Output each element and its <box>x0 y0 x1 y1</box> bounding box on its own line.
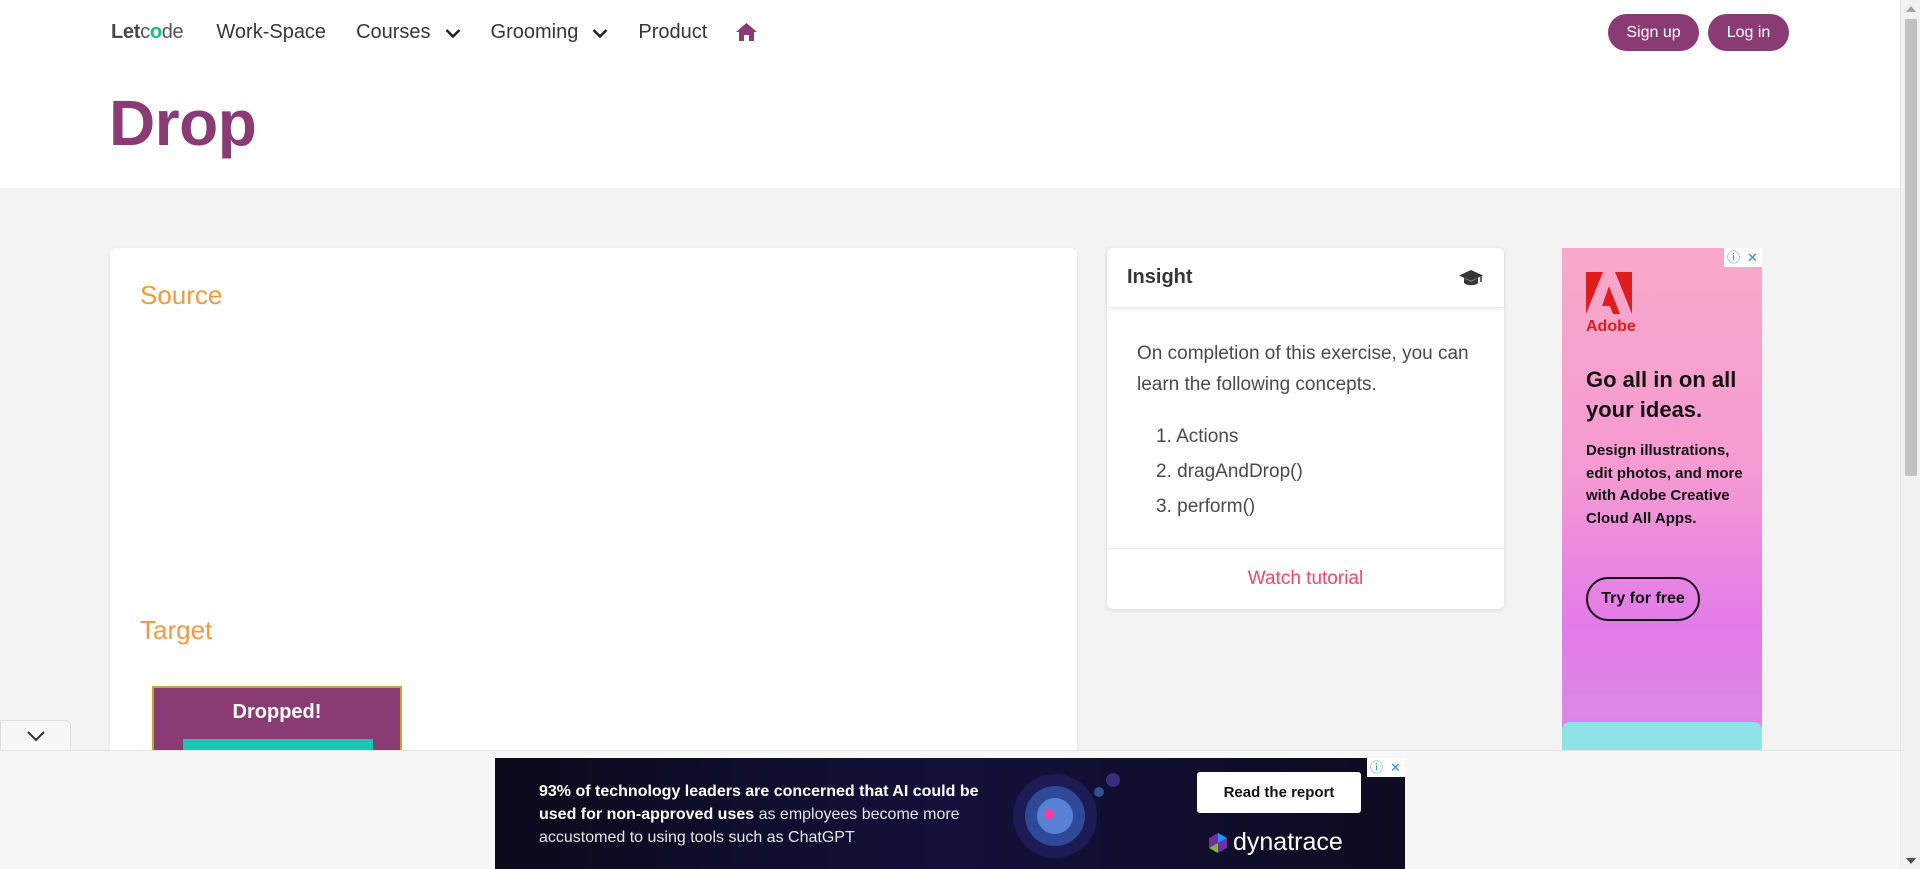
ad-info-icon[interactable]: ⓘ <box>1724 248 1743 267</box>
scrollbar-thumb[interactable] <box>1905 19 1917 476</box>
dynatrace-logo-icon <box>1209 832 1227 853</box>
insight-description: On completion of this exercise, you can … <box>1137 343 1469 395</box>
ad-close-icon[interactable]: ✕ <box>1386 758 1405 777</box>
nav-courses-label: Courses <box>356 20 431 43</box>
side-advertisement[interactable]: ⓘ ✕ Adobe Go all in on all your ideas. D… <box>1562 248 1762 750</box>
insight-header: Insight <box>1107 248 1504 308</box>
ad-body-text: Design illustrations, edit photos, and m… <box>1586 442 1743 527</box>
target-title: Target <box>140 615 213 645</box>
nav-product[interactable]: Product <box>638 21 707 44</box>
insight-title: Insight <box>1127 266 1193 288</box>
login-button[interactable]: Log in <box>1708 14 1789 51</box>
insight-card: Insight On completion of this exercise, … <box>1107 248 1504 609</box>
source-title: Source <box>140 280 223 310</box>
nav-work-space[interactable]: Work-Space <box>216 21 326 44</box>
collapse-ad-button[interactable] <box>0 720 71 751</box>
ad-brand-name: dynatrace <box>1233 828 1343 856</box>
nav-courses-dropdown[interactable]: Courses <box>356 21 460 44</box>
ad-graphic-orb-icon <box>1013 773 1120 858</box>
nav-product-label: Product <box>638 20 708 43</box>
ad-close-icon[interactable]: ✕ <box>1743 248 1762 267</box>
ad-bottom-text: 93% of technology leaders are concerned … <box>539 780 979 849</box>
concept-item: 2. dragAndDrop() <box>1156 461 1303 482</box>
ad-brand: Adobe <box>1586 318 1636 335</box>
ad-controls: ⓘ ✕ <box>1367 758 1405 777</box>
page-title: Drop <box>109 87 257 159</box>
signup-button[interactable]: Sign up <box>1608 14 1699 51</box>
scroll-down-arrow-icon[interactable] <box>1901 852 1920 869</box>
auth-buttons: Sign up Log in <box>1608 14 1789 51</box>
chevron-down-icon <box>445 29 460 39</box>
ad-brand-logo: dynatrace <box>1207 828 1343 857</box>
scroll-up-arrow-icon[interactable] <box>1901 0 1920 17</box>
ad-read-report-button[interactable]: Read the report <box>1197 772 1361 813</box>
ad-preview-strip <box>1562 722 1762 750</box>
concept-item: 1. Actions <box>1156 426 1239 447</box>
nav-work-space-label: Work-Space <box>216 20 327 43</box>
page-scrollbar[interactable] <box>1900 0 1920 869</box>
concept-list: 1. Actions 2. dragAndDrop() 3. perform() <box>1137 419 1474 524</box>
chevron-down-icon <box>592 29 608 39</box>
ad-controls: ⓘ ✕ <box>1724 248 1762 267</box>
nav-grooming-dropdown[interactable]: Grooming <box>491 21 609 44</box>
ad-info-icon[interactable]: ⓘ <box>1367 758 1386 777</box>
header: Letcode Work-Space Courses Grooming Prod… <box>0 0 1900 188</box>
nav-grooming-label: Grooming <box>490 20 579 43</box>
insight-footer: Watch tutorial <box>1107 548 1504 609</box>
ad-try-free-button[interactable]: Try for free <box>1586 577 1700 621</box>
drop-target-label: Dropped! <box>232 701 322 723</box>
concept-item: 3. perform() <box>1156 496 1256 517</box>
site-logo[interactable]: Letcode <box>111 21 184 44</box>
drag-drop-card: Source Target Dropped! <box>110 248 1077 776</box>
adobe-logo-icon <box>1586 272 1632 314</box>
ad-headline: Go all in on all your ideas. <box>1586 367 1737 422</box>
insight-body: On completion of this exercise, you can … <box>1107 308 1504 524</box>
navbar: Letcode Work-Space Courses Grooming Prod… <box>111 0 758 64</box>
bottom-advertisement[interactable]: ⓘ ✕ 93% of technology leaders are concer… <box>495 758 1405 869</box>
home-icon[interactable] <box>735 22 758 42</box>
page: Letcode Work-Space Courses Grooming Prod… <box>0 0 1920 869</box>
watch-tutorial-link[interactable]: Watch tutorial <box>1248 568 1363 590</box>
chevron-down-icon <box>26 731 45 742</box>
graduation-cap-icon <box>1459 269 1483 285</box>
